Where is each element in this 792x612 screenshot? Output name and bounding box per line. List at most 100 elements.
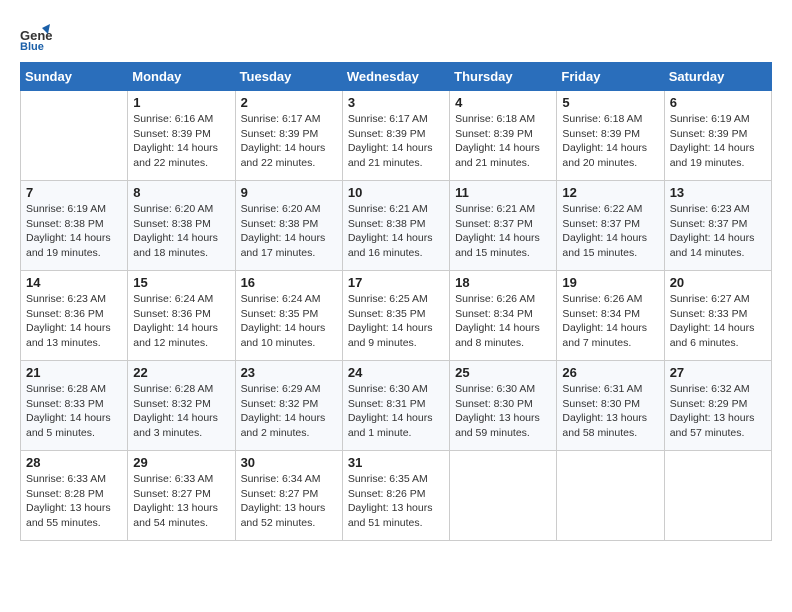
day-info: Sunrise: 6:26 AM Sunset: 8:34 PM Dayligh… (562, 292, 658, 351)
day-info: Sunrise: 6:18 AM Sunset: 8:39 PM Dayligh… (562, 112, 658, 171)
calendar-cell: 12Sunrise: 6:22 AM Sunset: 8:37 PM Dayli… (557, 181, 664, 271)
day-number: 29 (133, 455, 229, 470)
calendar-cell: 17Sunrise: 6:25 AM Sunset: 8:35 PM Dayli… (342, 271, 449, 361)
calendar-cell: 15Sunrise: 6:24 AM Sunset: 8:36 PM Dayli… (128, 271, 235, 361)
day-info: Sunrise: 6:24 AM Sunset: 8:36 PM Dayligh… (133, 292, 229, 351)
day-info: Sunrise: 6:22 AM Sunset: 8:37 PM Dayligh… (562, 202, 658, 261)
day-number: 6 (670, 95, 766, 110)
calendar-cell: 7 Sunrise: 6:19 AM Sunset: 8:38 PM Daylig… (21, 181, 128, 271)
calendar-day-header: Thursday (450, 63, 557, 91)
calendar-cell: 13Sunrise: 6:23 AM Sunset: 8:37 PM Dayli… (664, 181, 771, 271)
calendar-cell: 21Sunrise: 6:28 AM Sunset: 8:33 PM Dayli… (21, 361, 128, 451)
calendar-day-header: Saturday (664, 63, 771, 91)
day-info: Sunrise: 6:30 AM Sunset: 8:31 PM Dayligh… (348, 382, 444, 441)
day-number: 5 (562, 95, 658, 110)
day-info: Sunrise: 6:20 AM Sunset: 8:38 PM Dayligh… (133, 202, 229, 261)
calendar-week-row: 7 Sunrise: 6:19 AM Sunset: 8:38 PM Daylig… (21, 181, 772, 271)
day-number: 22 (133, 365, 229, 380)
day-info: Sunrise: 6:35 AM Sunset: 8:26 PM Dayligh… (348, 472, 444, 531)
calendar-cell (557, 451, 664, 541)
day-info: Sunrise: 6:19 AM Sunset: 8:38 PM Dayligh… (26, 202, 122, 261)
calendar-cell (450, 451, 557, 541)
day-number: 28 (26, 455, 122, 470)
calendar-header-row: SundayMondayTuesdayWednesdayThursdayFrid… (21, 63, 772, 91)
day-number: 25 (455, 365, 551, 380)
day-number: 18 (455, 275, 551, 290)
calendar-day-header: Friday (557, 63, 664, 91)
calendar-cell: 5 Sunrise: 6:18 AM Sunset: 8:39 PM Daylig… (557, 91, 664, 181)
calendar-day-header: Tuesday (235, 63, 342, 91)
day-info: Sunrise: 6:18 AM Sunset: 8:39 PM Dayligh… (455, 112, 551, 171)
day-number: 1 (133, 95, 229, 110)
calendar-body: 1 Sunrise: 6:16 AM Sunset: 8:39 PM Daylig… (21, 91, 772, 541)
day-number: 17 (348, 275, 444, 290)
calendar-week-row: 21Sunrise: 6:28 AM Sunset: 8:33 PM Dayli… (21, 361, 772, 451)
day-number: 4 (455, 95, 551, 110)
calendar-cell: 14 Sunrise: 6:23 AM Sunset: 8:36 PM Dayli… (21, 271, 128, 361)
day-info: Sunrise: 6:23 AM Sunset: 8:37 PM Dayligh… (670, 202, 766, 261)
calendar-week-row: 1 Sunrise: 6:16 AM Sunset: 8:39 PM Daylig… (21, 91, 772, 181)
calendar-cell: 9Sunrise: 6:20 AM Sunset: 8:38 PM Daylig… (235, 181, 342, 271)
day-info: Sunrise: 6:28 AM Sunset: 8:33 PM Dayligh… (26, 382, 122, 441)
day-number: 10 (348, 185, 444, 200)
calendar-cell: 20 Sunrise: 6:27 AM Sunset: 8:33 PM Dayli… (664, 271, 771, 361)
day-number: 14 (26, 275, 122, 290)
logo: General Blue (20, 20, 56, 52)
day-number: 27 (670, 365, 766, 380)
day-number: 19 (562, 275, 658, 290)
day-info: Sunrise: 6:29 AM Sunset: 8:32 PM Dayligh… (241, 382, 337, 441)
calendar-cell: 18 Sunrise: 6:26 AM Sunset: 8:34 PM Dayli… (450, 271, 557, 361)
day-info: Sunrise: 6:33 AM Sunset: 8:27 PM Dayligh… (133, 472, 229, 531)
calendar-cell: 26 Sunrise: 6:31 AM Sunset: 8:30 PM Dayli… (557, 361, 664, 451)
day-number: 24 (348, 365, 444, 380)
calendar-cell: 27 Sunrise: 6:32 AM Sunset: 8:29 PM Dayli… (664, 361, 771, 451)
day-info: Sunrise: 6:20 AM Sunset: 8:38 PM Dayligh… (241, 202, 337, 261)
day-number: 30 (241, 455, 337, 470)
calendar-cell (21, 91, 128, 181)
calendar-cell: 30Sunrise: 6:34 AM Sunset: 8:27 PM Dayli… (235, 451, 342, 541)
calendar-cell (664, 451, 771, 541)
calendar-cell: 22 Sunrise: 6:28 AM Sunset: 8:32 PM Dayli… (128, 361, 235, 451)
calendar-cell: 8 Sunrise: 6:20 AM Sunset: 8:38 PM Daylig… (128, 181, 235, 271)
calendar-day-header: Monday (128, 63, 235, 91)
day-info: Sunrise: 6:23 AM Sunset: 8:36 PM Dayligh… (26, 292, 122, 351)
day-info: Sunrise: 6:26 AM Sunset: 8:34 PM Dayligh… (455, 292, 551, 351)
day-info: Sunrise: 6:30 AM Sunset: 8:30 PM Dayligh… (455, 382, 551, 441)
day-number: 26 (562, 365, 658, 380)
day-info: Sunrise: 6:24 AM Sunset: 8:35 PM Dayligh… (241, 292, 337, 351)
day-number: 7 (26, 185, 122, 200)
day-info: Sunrise: 6:31 AM Sunset: 8:30 PM Dayligh… (562, 382, 658, 441)
page-header: General Blue (20, 20, 772, 52)
calendar-week-row: 28Sunrise: 6:33 AM Sunset: 8:28 PM Dayli… (21, 451, 772, 541)
calendar-cell: 11 Sunrise: 6:21 AM Sunset: 8:37 PM Dayli… (450, 181, 557, 271)
day-info: Sunrise: 6:27 AM Sunset: 8:33 PM Dayligh… (670, 292, 766, 351)
day-number: 8 (133, 185, 229, 200)
calendar-cell: 3 Sunrise: 6:17 AM Sunset: 8:39 PM Daylig… (342, 91, 449, 181)
day-info: Sunrise: 6:16 AM Sunset: 8:39 PM Dayligh… (133, 112, 229, 171)
calendar-cell: 25 Sunrise: 6:30 AM Sunset: 8:30 PM Dayli… (450, 361, 557, 451)
day-number: 16 (241, 275, 337, 290)
calendar-cell: 24 Sunrise: 6:30 AM Sunset: 8:31 PM Dayli… (342, 361, 449, 451)
day-number: 11 (455, 185, 551, 200)
calendar-cell: 1 Sunrise: 6:16 AM Sunset: 8:39 PM Daylig… (128, 91, 235, 181)
calendar-cell: 29 Sunrise: 6:33 AM Sunset: 8:27 PM Dayli… (128, 451, 235, 541)
calendar-week-row: 14 Sunrise: 6:23 AM Sunset: 8:36 PM Dayli… (21, 271, 772, 361)
day-number: 20 (670, 275, 766, 290)
day-info: Sunrise: 6:32 AM Sunset: 8:29 PM Dayligh… (670, 382, 766, 441)
calendar-cell: 6 Sunrise: 6:19 AM Sunset: 8:39 PM Daylig… (664, 91, 771, 181)
day-info: Sunrise: 6:28 AM Sunset: 8:32 PM Dayligh… (133, 382, 229, 441)
calendar-cell: 10 Sunrise: 6:21 AM Sunset: 8:38 PM Dayli… (342, 181, 449, 271)
day-info: Sunrise: 6:17 AM Sunset: 8:39 PM Dayligh… (348, 112, 444, 171)
day-info: Sunrise: 6:19 AM Sunset: 8:39 PM Dayligh… (670, 112, 766, 171)
day-number: 3 (348, 95, 444, 110)
logo-icon: General Blue (20, 20, 52, 52)
calendar-cell: 4 Sunrise: 6:18 AM Sunset: 8:39 PM Daylig… (450, 91, 557, 181)
calendar-cell: 31 Sunrise: 6:35 AM Sunset: 8:26 PM Dayli… (342, 451, 449, 541)
day-info: Sunrise: 6:21 AM Sunset: 8:37 PM Dayligh… (455, 202, 551, 261)
calendar-cell: 2Sunrise: 6:17 AM Sunset: 8:39 PM Daylig… (235, 91, 342, 181)
calendar-cell: 28Sunrise: 6:33 AM Sunset: 8:28 PM Dayli… (21, 451, 128, 541)
day-info: Sunrise: 6:21 AM Sunset: 8:38 PM Dayligh… (348, 202, 444, 261)
day-number: 31 (348, 455, 444, 470)
calendar-day-header: Sunday (21, 63, 128, 91)
calendar-cell: 23Sunrise: 6:29 AM Sunset: 8:32 PM Dayli… (235, 361, 342, 451)
